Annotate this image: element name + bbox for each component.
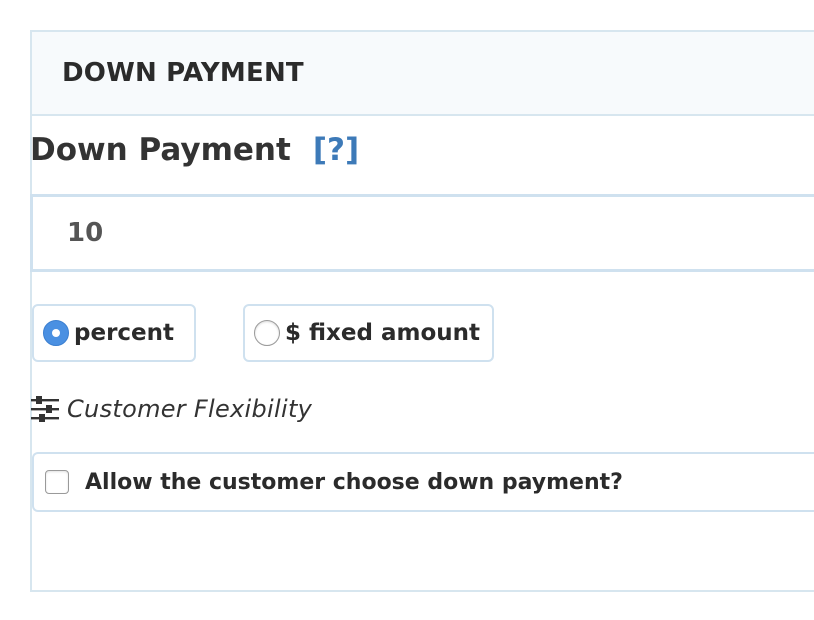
help-link[interactable]: [?]	[313, 132, 359, 168]
radio-button-fixed-amount[interactable]	[254, 320, 280, 346]
allow-customer-choose-checkbox[interactable]	[45, 470, 69, 494]
allow-customer-choose-label: Allow the customer choose down payment?	[85, 469, 623, 495]
radio-label-percent: percent	[74, 320, 175, 346]
radio-label-fixed-amount: $ fixed amount	[285, 320, 480, 346]
allow-customer-choose-row[interactable]: Allow the customer choose down payment?	[32, 452, 814, 512]
sliders-icon	[31, 396, 59, 422]
customer-flexibility-label: Customer Flexibility	[67, 395, 313, 423]
down-payment-input[interactable]	[30, 194, 814, 272]
panel-title: DOWN PAYMENT	[62, 58, 304, 88]
radio-option-percent[interactable]: percent	[32, 304, 196, 362]
field-label: Down Payment [?]	[30, 132, 359, 168]
radio-button-percent[interactable]	[43, 320, 69, 346]
down-payment-label: Down Payment	[30, 132, 291, 168]
panel-header: DOWN PAYMENT	[32, 32, 814, 116]
radio-option-fixed-amount[interactable]: $ fixed amount	[243, 304, 494, 362]
customer-flexibility-heading: Customer Flexibility	[31, 395, 312, 423]
